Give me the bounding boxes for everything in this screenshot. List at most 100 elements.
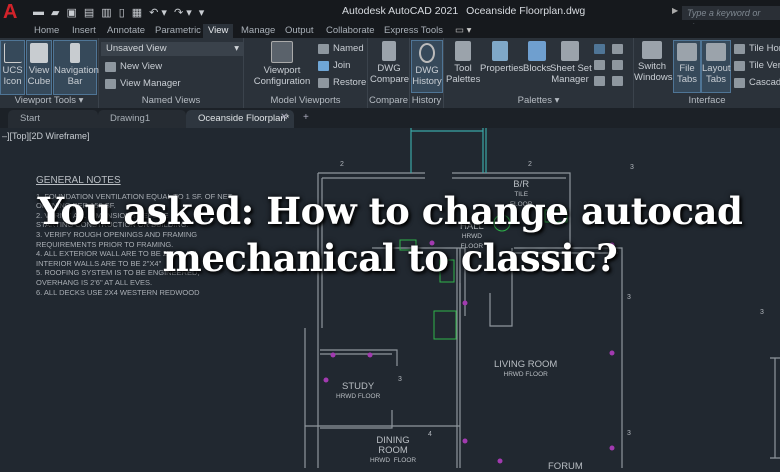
- close-icon[interactable]: ✕: [280, 112, 288, 123]
- named-icon: [318, 43, 329, 54]
- tab-home[interactable]: Home: [34, 25, 59, 36]
- cascade-button[interactable]: Cascade: [734, 77, 780, 88]
- headline-line-1: You asked: How to change autocad: [37, 189, 743, 233]
- autocad-logo[interactable]: A: [3, 1, 25, 23]
- note-line: 6. ALL DECKS USE 2X4 WESTERN REDWOOD: [36, 287, 200, 297]
- search-input[interactable]: Type a keyword or phrase: [682, 6, 780, 32]
- title-bar: A ▬ ▰ ▣ ▤ ▥ ▯ ▦ ↶ ▾ ↷ ▾ ▾ Autodesk AutoCAD 2021 Oc…: [0, 0, 780, 32]
- headline-line-2: mechanical to classic?: [162, 236, 618, 280]
- new-view-button[interactable]: New View: [105, 61, 162, 72]
- join-icon: [318, 60, 329, 71]
- named-view-dropdown[interactable]: Unsaved View ▾: [101, 42, 243, 56]
- viewport-configuration-button[interactable]: Viewport Configuration: [248, 41, 316, 87]
- blocks-button[interactable]: Blocks: [522, 41, 552, 74]
- panel-model-viewports: Viewport Configuration Named Join Restor…: [244, 38, 368, 108]
- dimension-label: 3: [760, 309, 764, 316]
- restore-button[interactable]: Restore: [318, 77, 366, 88]
- panel-history: DWG History History: [410, 38, 444, 108]
- new-tab-icon[interactable]: +: [303, 112, 309, 123]
- door-frame: [410, 128, 487, 173]
- panel-label[interactable]: Viewport Tools ▾: [0, 95, 98, 106]
- blocks-icon: [528, 41, 546, 61]
- panel-interface: Switch Windows File Tabs Layout Tabs Til…: [634, 38, 780, 108]
- label: View Cube: [27, 65, 51, 87]
- view-cube-button[interactable]: View Cube: [26, 40, 52, 95]
- headline-overlay: You asked: How to change autocad mechani…: [0, 188, 780, 282]
- viewport-controls[interactable]: –][Top][2D Wireframe]: [2, 131, 90, 141]
- tab-drawing1[interactable]: Drawing1: [98, 110, 186, 128]
- panel-label: Interface: [688, 95, 726, 106]
- publish-icon[interactable]: ▥: [101, 6, 111, 19]
- panel-viewport-tools: UCS Icon View Cube Navigation Bar Viewpo…: [0, 38, 99, 108]
- save-as-icon[interactable]: ▤: [84, 6, 94, 19]
- save-icon[interactable]: ▣: [66, 6, 76, 19]
- dwg-history-button[interactable]: DWG History: [411, 40, 443, 93]
- dimension-label: 4: [428, 431, 432, 438]
- panel-label[interactable]: Palettes ▾: [444, 95, 633, 106]
- dimension-label: 2: [340, 161, 344, 168]
- view-manager-button[interactable]: View Manager: [105, 78, 181, 89]
- window-title: Autodesk AutoCAD 2021 Oceanside Floorplan…: [342, 5, 586, 17]
- plot-icon[interactable]: ▦: [132, 6, 142, 19]
- tab-annotate[interactable]: Annotate: [107, 25, 145, 36]
- tab-insert[interactable]: Insert: [72, 25, 96, 36]
- named-viewports-button[interactable]: Named: [318, 43, 364, 54]
- dwg-compare-button[interactable]: DWG Compare: [370, 41, 409, 85]
- tab-express-tools[interactable]: Express Tools: [384, 25, 443, 36]
- layers-icon[interactable]: [594, 76, 605, 86]
- new-icon[interactable]: ▬: [33, 6, 44, 19]
- compare-icon: [382, 41, 396, 61]
- tab-view[interactable]: View: [203, 24, 234, 38]
- view-manager-icon: [105, 78, 116, 89]
- expand-icon[interactable]: ▶: [672, 6, 678, 15]
- room-label-living-room: LIVING ROOM HRWD FLOOR: [494, 359, 558, 379]
- sheet-set-manager-button[interactable]: Sheet Set Manager: [550, 41, 592, 85]
- dimension-label: 3: [627, 430, 631, 437]
- file-tabs-button[interactable]: File Tabs: [673, 40, 701, 93]
- dimension-label: 3: [627, 294, 631, 301]
- dimension-label: 2: [528, 161, 532, 168]
- panel-named-views: Unsaved View ▾ New View View Manager Name…: [99, 38, 244, 108]
- cascade-icon: [734, 77, 745, 88]
- ucs-icon: [3, 43, 22, 63]
- new-view-icon: [105, 61, 116, 72]
- tab-output[interactable]: Output: [285, 25, 314, 36]
- history-clock-icon: [419, 43, 435, 63]
- properties-button[interactable]: Properties: [480, 41, 523, 74]
- tab-start[interactable]: Start: [8, 110, 98, 128]
- dimension-label: 3: [398, 376, 402, 383]
- panel-label: History: [411, 95, 442, 106]
- undo-icon[interactable]: ↶ ▾: [149, 6, 167, 19]
- share-icon[interactable]: ▯: [119, 6, 125, 19]
- room-label-study: STUDY HRWD FLOOR: [336, 381, 381, 401]
- quick-access-toolbar: ▬ ▰ ▣ ▤ ▥ ▯ ▦ ↶ ▾ ↷ ▾ ▾: [33, 6, 204, 19]
- open-icon[interactable]: ▰: [51, 6, 59, 19]
- panel-label: Model Viewports: [270, 95, 341, 106]
- redo-icon[interactable]: ↷ ▾: [174, 6, 192, 19]
- calculator-icon[interactable]: [612, 60, 623, 70]
- tool-palettes-button[interactable]: Tool Palettes: [446, 41, 480, 85]
- navigation-bar-button[interactable]: Navigation Bar: [53, 40, 99, 95]
- ucs-icon-button[interactable]: UCS Icon: [0, 40, 25, 95]
- tab-oceanside-floorplan[interactable]: Oceanside Floorplan*: [186, 110, 294, 128]
- layout-tabs-button[interactable]: Layout Tabs: [701, 40, 731, 93]
- navbar-icon: [70, 43, 80, 63]
- panel-palettes: Tool Palettes Properties Blocks Sheet Se…: [444, 38, 634, 108]
- tool-palettes-icon: [455, 41, 471, 61]
- design-center-icon[interactable]: [612, 44, 623, 54]
- switch-windows-button[interactable]: Switch Windows: [634, 41, 673, 83]
- viewport-icon: [271, 41, 293, 63]
- markup-icon[interactable]: [594, 60, 605, 70]
- ribbon: UCS Icon View Cube Navigation Bar Viewpo…: [0, 38, 780, 108]
- tile-vertically-button[interactable]: Tile Vertically: [734, 60, 780, 71]
- customize-icon[interactable]: ▾: [199, 6, 205, 19]
- label: UCS Icon: [2, 65, 23, 87]
- tab-collaborate[interactable]: Collaborate: [326, 25, 375, 36]
- tile-horizontally-button[interactable]: Tile Horizontally: [734, 43, 780, 54]
- tab-parametric[interactable]: Parametric: [155, 25, 201, 36]
- join-button[interactable]: Join: [318, 60, 350, 71]
- command-line-icon[interactable]: [594, 44, 605, 54]
- tab-manage[interactable]: Manage: [241, 25, 275, 36]
- clipboard-icon[interactable]: [612, 76, 623, 86]
- workspace-icon[interactable]: ▭ ▾: [455, 25, 471, 36]
